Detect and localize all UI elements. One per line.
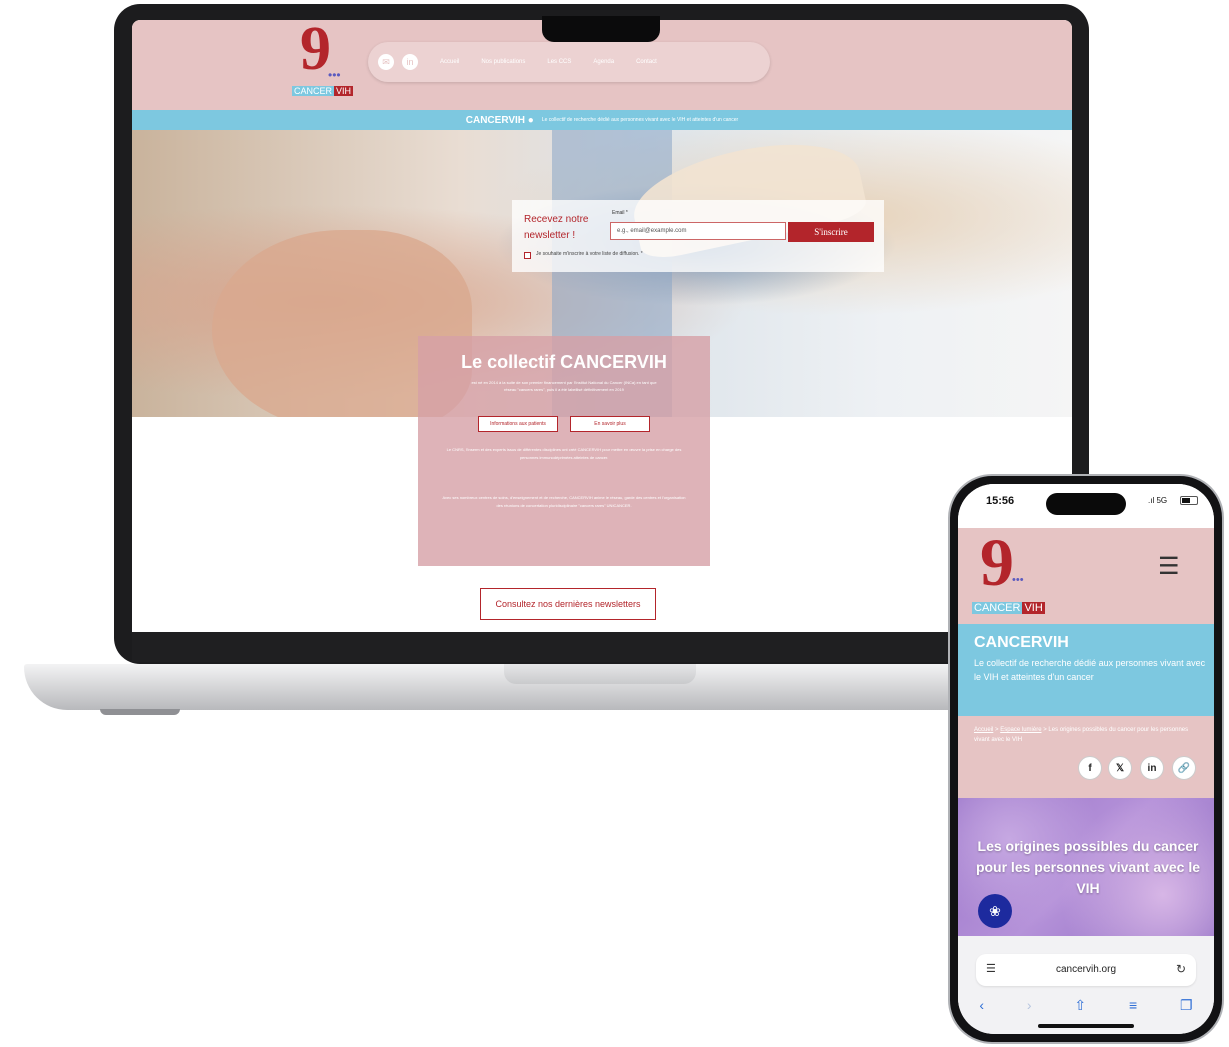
email-field[interactable]: e.g., email@example.com: [610, 222, 786, 240]
status-bar: 15:56 .ıl 5G: [958, 484, 1214, 528]
email-label: Email *: [612, 210, 628, 216]
breadcrumb-home[interactable]: Accueil: [974, 727, 993, 733]
consent-checkbox[interactable]: [524, 252, 531, 259]
banner-subtitle: Le collectif de recherche dédié aux pers…: [974, 658, 1206, 683]
breadcrumb-section[interactable]: Espace lumière: [1000, 727, 1041, 733]
home-indicator: [1038, 1024, 1134, 1028]
browser-toolbar: ‹ › ⇧ ≡ ❐: [958, 994, 1214, 1016]
main-nav: ✉ in Accueil Nos publications Les CCS Ag…: [368, 42, 770, 82]
laptop-foot: [100, 709, 180, 715]
dynamic-island: [1046, 493, 1126, 515]
banner-title: CANCERVIH: [974, 634, 1069, 651]
patients-info-button[interactable]: Informations aux patients: [478, 416, 558, 432]
x-icon[interactable]: 𝕏: [1108, 756, 1132, 780]
article-title: Les origines possibles du cancer pour le…: [975, 838, 1201, 896]
newsletter-form: Recevez notre newsletter ! Email * e.g.,…: [512, 200, 884, 272]
nav-item-agenda[interactable]: Agenda: [593, 59, 614, 65]
article-hero: Les origines possibles du cancer pour le…: [958, 798, 1214, 936]
collectif-title: Le collectif CANCERVIH: [461, 352, 667, 372]
site-banner: CANCERVIH ● Le collectif de recherche dé…: [132, 110, 1072, 130]
linkedin-icon[interactable]: in: [402, 54, 418, 70]
breadcrumb: Accueil > Espace lumière > Les origines …: [974, 726, 1198, 745]
reload-icon[interactable]: ↻: [1176, 962, 1186, 976]
logo-wordmark: CANCER VIH: [292, 86, 354, 96]
mobile-banner: CANCERVIH Le collectif de recherche dédi…: [958, 624, 1214, 716]
logo-wordmark: CANCER VIH: [972, 602, 1045, 614]
collectif-text-1: Le CNRS, l'Inserm et des experts issus d…: [446, 447, 682, 460]
subscribe-button[interactable]: S'inscrire: [788, 222, 874, 242]
mobile-header: 9 ••• CANCER VIH ☰: [958, 528, 1214, 624]
forward-icon[interactable]: ›: [1027, 997, 1032, 1013]
consent-label: Je souhaite m'inscrire à votre liste de …: [536, 251, 643, 257]
laptop-notch: [542, 16, 660, 42]
collectif-text-2: Avec ses nombreux centres de soins, d'en…: [442, 495, 686, 508]
mail-icon[interactable]: ✉: [378, 54, 394, 70]
site-logo[interactable]: 9 ••• CANCER VIH: [292, 20, 354, 98]
signal-icon: .ıl 5G: [1148, 496, 1168, 505]
link-icon[interactable]: 🔗: [1172, 756, 1196, 780]
banner-subtitle: Le collectif de recherche dédié aux pers…: [541, 117, 739, 123]
logo-dots: •••: [328, 68, 341, 82]
address-bar[interactable]: ☰ cancervih.org ↻: [976, 954, 1196, 986]
logo-word-cancer: CANCER: [292, 86, 335, 96]
nav-item-publications[interactable]: Nos publications: [481, 59, 525, 65]
url-text: cancervih.org: [1055, 964, 1117, 975]
collectif-subtitle: est né en 2014 à la suite de son premier…: [471, 380, 657, 392]
learn-more-button[interactable]: En savoir plus: [570, 416, 650, 432]
nav-item-accueil[interactable]: Accueil: [440, 59, 459, 65]
battery-icon: [1180, 496, 1198, 505]
share-icon[interactable]: ⇧: [1074, 997, 1086, 1014]
nav-item-ccs[interactable]: Les CCS: [547, 59, 571, 65]
status-time: 15:56: [986, 495, 1015, 507]
banner-title: CANCERVIH ●: [465, 114, 534, 126]
ribbon-logo-icon[interactable]: 9: [980, 528, 1014, 596]
linkedin-icon[interactable]: in: [1140, 756, 1164, 780]
ribbon-logo-icon: 9: [300, 20, 331, 83]
laptop-opening-groove: [504, 664, 696, 684]
browser-chrome: ☰ cancervih.org ↻ ‹ › ⇧ ≡ ❐: [958, 936, 1214, 1034]
mobile-website: 15:56 .ıl 5G 9 ••• CANCER VIH ☰ CANCERVIH…: [958, 484, 1214, 1034]
hamburger-menu-icon[interactable]: ☰: [1158, 552, 1180, 581]
accessibility-button[interactable]: ❀: [978, 894, 1012, 928]
collectif-card: Le collectif CANCERVIH est né en 2014 à …: [418, 336, 710, 566]
logo-word-cancer: CANCER: [972, 602, 1023, 614]
bookmarks-icon[interactable]: ≡: [1129, 997, 1137, 1013]
laptop-bezel: [132, 632, 1072, 662]
newsletter-title: Recevez notre newsletter !: [524, 214, 589, 241]
breadcrumb-area: Accueil > Espace lumière > Les origines …: [958, 716, 1214, 798]
back-icon[interactable]: ‹: [979, 997, 984, 1013]
facebook-icon[interactable]: f: [1078, 756, 1102, 780]
logo-dots: •••: [1012, 574, 1024, 586]
nav-item-contact[interactable]: Contact: [636, 59, 657, 65]
desktop-website: 9 ••• CANCER VIH ✉ in Accueil Nos publica…: [132, 20, 1072, 632]
logo-word-vih: VIH: [1022, 602, 1045, 614]
newsletters-button[interactable]: Consultez nos dernières newsletters: [480, 588, 656, 620]
logo-word-vih: VIH: [334, 86, 354, 96]
tabs-icon[interactable]: ❐: [1180, 997, 1193, 1014]
